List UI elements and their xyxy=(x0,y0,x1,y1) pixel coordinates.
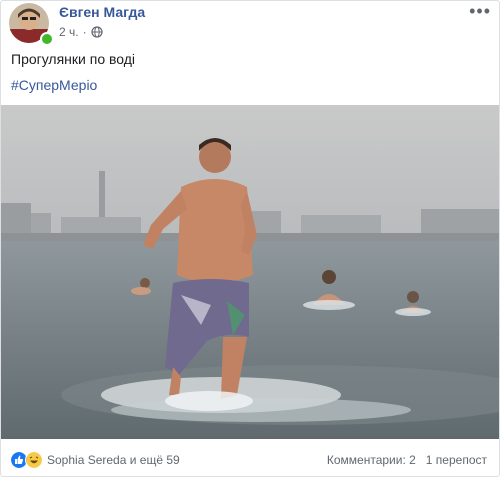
globe-icon xyxy=(90,26,103,38)
comments-count[interactable]: Комментарии: 2 xyxy=(327,453,416,467)
shares-count[interactable]: 1 перепост xyxy=(426,453,487,467)
reactions-summary[interactable]: Sophia Sereda и ещё 59 xyxy=(10,451,180,469)
dot-separator: · xyxy=(82,25,87,39)
post-hashtag[interactable]: #СуперМеріо xyxy=(11,77,97,93)
post-meta: 2 ч. · xyxy=(59,25,103,39)
post-card: Євген Магда 2 ч. · ••• Прогулянки по вод… xyxy=(0,0,500,477)
post-photo[interactable] xyxy=(1,105,499,439)
engagement-counts: Комментарии: 2 1 перепост xyxy=(327,453,487,467)
reactions-label[interactable]: Sophia Sereda и ещё 59 xyxy=(47,453,180,467)
online-status-dot xyxy=(40,32,54,46)
post-text: Прогулянки по воді xyxy=(11,51,136,67)
post-header: Євген Магда 2 ч. · ••• xyxy=(9,1,491,46)
post-time[interactable]: 2 ч. xyxy=(59,25,79,39)
author-name[interactable]: Євген Магда xyxy=(59,4,145,20)
post-footer: Sophia Sereda и ещё 59 Комментарии: 2 1 … xyxy=(1,441,499,477)
more-icon[interactable]: ••• xyxy=(469,1,491,22)
haha-icon xyxy=(25,451,43,469)
